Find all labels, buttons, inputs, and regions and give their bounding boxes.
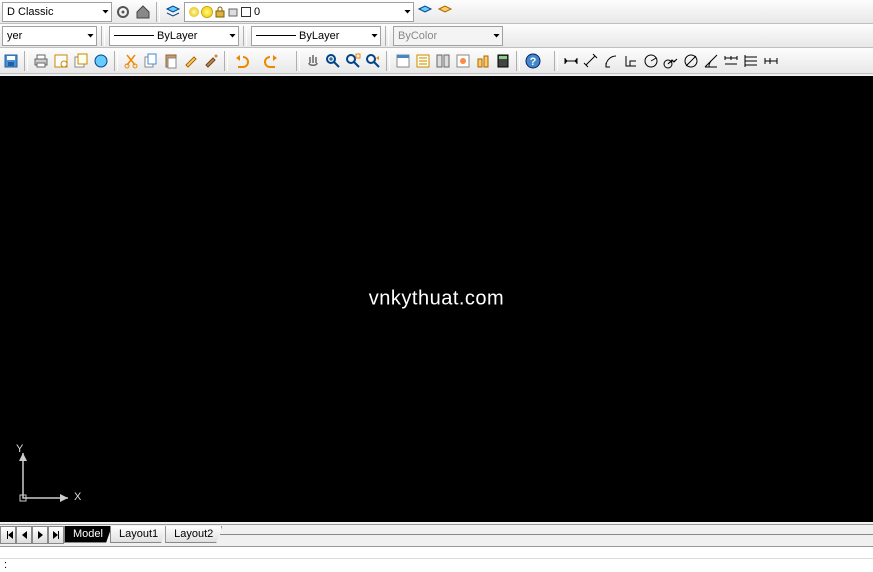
linetype-value: ByLayer <box>157 30 197 42</box>
tab-prev-icon[interactable] <box>16 526 32 544</box>
linetype-dropdown[interactable]: ByLayer <box>109 26 239 46</box>
color-swatch <box>241 7 251 17</box>
dim-ordinate-icon[interactable] <box>622 52 640 70</box>
dim-baseline-icon[interactable] <box>742 52 760 70</box>
dim-jogged-icon[interactable] <box>662 52 680 70</box>
dim-angular-icon[interactable] <box>702 52 720 70</box>
tab-first-icon[interactable] <box>0 526 16 544</box>
workspace-toolbar: D Classic 0 <box>0 0 873 24</box>
workspace-settings-icon[interactable] <box>114 3 132 21</box>
layer-dropdown[interactable]: 0 <box>184 2 414 22</box>
dim-diameter-icon[interactable] <box>682 52 700 70</box>
pan-icon[interactable] <box>304 52 322 70</box>
publish-icon[interactable] <box>72 52 90 70</box>
plot-icon <box>228 6 238 18</box>
line-sample <box>114 35 154 36</box>
dim-linear-icon[interactable] <box>562 52 580 70</box>
plotstyle-value: ByColor <box>398 30 437 42</box>
redo-icon[interactable] <box>263 52 281 70</box>
plot-preview-icon[interactable] <box>52 52 70 70</box>
home-icon[interactable] <box>134 3 152 21</box>
color-value: yer <box>7 30 22 42</box>
watermark-text: vnkythuat.com <box>369 288 504 311</box>
toolpalettes-icon[interactable] <box>434 52 452 70</box>
matchprop-icon[interactable] <box>182 52 200 70</box>
sheetset-icon[interactable] <box>414 52 432 70</box>
lineweight-sample <box>256 35 296 36</box>
calculator-icon[interactable] <box>494 52 512 70</box>
command-line[interactable]: : <box>0 546 873 572</box>
undo-icon[interactable] <box>232 52 250 70</box>
tab-last-icon[interactable] <box>48 526 64 544</box>
cut-icon[interactable] <box>122 52 140 70</box>
tab-model[interactable]: Model <box>64 526 112 543</box>
layout-tabs: Model Layout1 Layout2 <box>0 524 873 544</box>
tab-filler <box>220 534 873 535</box>
ucs-icon: Y X <box>8 443 78 516</box>
zoom-previous-icon[interactable] <box>364 52 382 70</box>
lineweight-dropdown[interactable]: ByLayer <box>251 26 381 46</box>
sun-icon <box>202 7 212 17</box>
svg-text:?: ? <box>530 56 537 68</box>
paste-icon[interactable] <box>162 52 180 70</box>
tab-layout2[interactable]: Layout2 <box>165 526 222 543</box>
properties-icon[interactable] <box>394 52 412 70</box>
ucs-y-label: Y <box>16 443 23 455</box>
standard-toolbar: ? <box>0 48 873 74</box>
bulb-icon <box>189 7 199 17</box>
workspace-value: D Classic <box>7 6 53 18</box>
color-dropdown[interactable]: yer <box>2 26 97 46</box>
layers-icon[interactable] <box>164 3 182 21</box>
properties-toolbar: yer ByLayer ByLayer ByColor <box>0 24 873 48</box>
dim-arc-icon[interactable] <box>602 52 620 70</box>
help-icon[interactable]: ? <box>524 52 542 70</box>
lock-icon <box>215 6 225 18</box>
workspace-dropdown[interactable]: D Classic <box>2 2 112 22</box>
dim-quick-icon[interactable] <box>722 52 740 70</box>
zoom-window-icon[interactable] <box>344 52 362 70</box>
command-prompt: : <box>0 559 7 571</box>
save-icon[interactable] <box>2 52 20 70</box>
layer-name: 0 <box>254 6 260 18</box>
quickcalc-icon[interactable] <box>474 52 492 70</box>
undo-dropdown-icon[interactable] <box>252 52 261 70</box>
markup-icon[interactable] <box>454 52 472 70</box>
ucs-x-label: X <box>74 491 81 503</box>
layer-previous-icon[interactable] <box>416 3 434 21</box>
drawing-area[interactable]: vnkythuat.com Y X <box>0 76 873 522</box>
lineweight-value: ByLayer <box>299 30 339 42</box>
dwf-icon[interactable] <box>92 52 110 70</box>
dim-continue-icon[interactable] <box>762 52 780 70</box>
brush-icon[interactable] <box>202 52 220 70</box>
layer-states-icon[interactable] <box>436 3 454 21</box>
zoom-realtime-icon[interactable] <box>324 52 342 70</box>
redo-dropdown-icon[interactable] <box>283 52 292 70</box>
tab-next-icon[interactable] <box>32 526 48 544</box>
copy-icon[interactable] <box>142 52 160 70</box>
dim-aligned-icon[interactable] <box>582 52 600 70</box>
plotstyle-dropdown[interactable]: ByColor <box>393 26 503 46</box>
print-icon[interactable] <box>32 52 50 70</box>
tab-layout1[interactable]: Layout1 <box>110 526 167 543</box>
dim-radius-icon[interactable] <box>642 52 660 70</box>
